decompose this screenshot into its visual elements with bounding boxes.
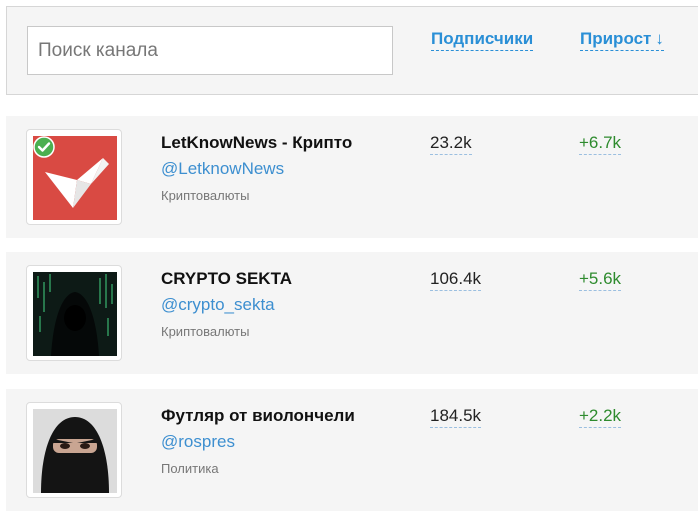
channel-name[interactable]: CRYPTO SEKTA <box>161 269 292 289</box>
filter-header: Подписчики Прирост↓ <box>6 6 698 95</box>
verified-badge-icon <box>33 136 55 158</box>
avatar[interactable] <box>26 265 122 361</box>
avatar[interactable] <box>26 129 122 225</box>
growth-count: +5.6k <box>579 269 622 291</box>
channel-row: CRYPTO SEKTA @crypto_sekta Криптовалюты … <box>6 252 698 374</box>
channel-category: Политика <box>161 461 219 476</box>
subscribers-count: 106.4k <box>430 269 482 291</box>
sort-down-icon: ↓ <box>655 29 664 48</box>
subscribers-count: 23.2k <box>430 133 472 155</box>
subscribers-count: 184.5k <box>430 406 482 428</box>
channel-handle-link[interactable]: @rospres <box>161 432 235 452</box>
channel-row: Футляр от виолончели @rospres Политика 1… <box>6 389 698 511</box>
avatar[interactable] <box>26 402 122 498</box>
channel-handle-link[interactable]: @crypto_sekta <box>161 295 275 315</box>
sort-growth-label: Прирост <box>580 29 652 48</box>
hooded-hacker-avatar-icon <box>33 272 117 356</box>
channel-handle-link[interactable]: @LetknowNews <box>161 159 284 179</box>
channel-name[interactable]: Футляр от виолончели <box>161 406 355 426</box>
sort-growth-link[interactable]: Прирост ↓ <box>580 29 664 51</box>
channel-name[interactable]: LetKnowNews - Крипто <box>161 133 352 153</box>
channel-row: LetKnowNews - Крипто @LetknowNews Крипто… <box>6 116 698 238</box>
growth-count: +2.2k <box>579 406 622 428</box>
growth-count: +6.7k <box>579 133 622 155</box>
sort-subscribers-link[interactable]: Подписчики <box>431 29 534 51</box>
channel-category: Криптовалюты <box>161 188 250 203</box>
channel-category: Криптовалюты <box>161 324 250 339</box>
masked-face-avatar-icon <box>33 409 117 493</box>
search-input[interactable] <box>27 26 393 75</box>
